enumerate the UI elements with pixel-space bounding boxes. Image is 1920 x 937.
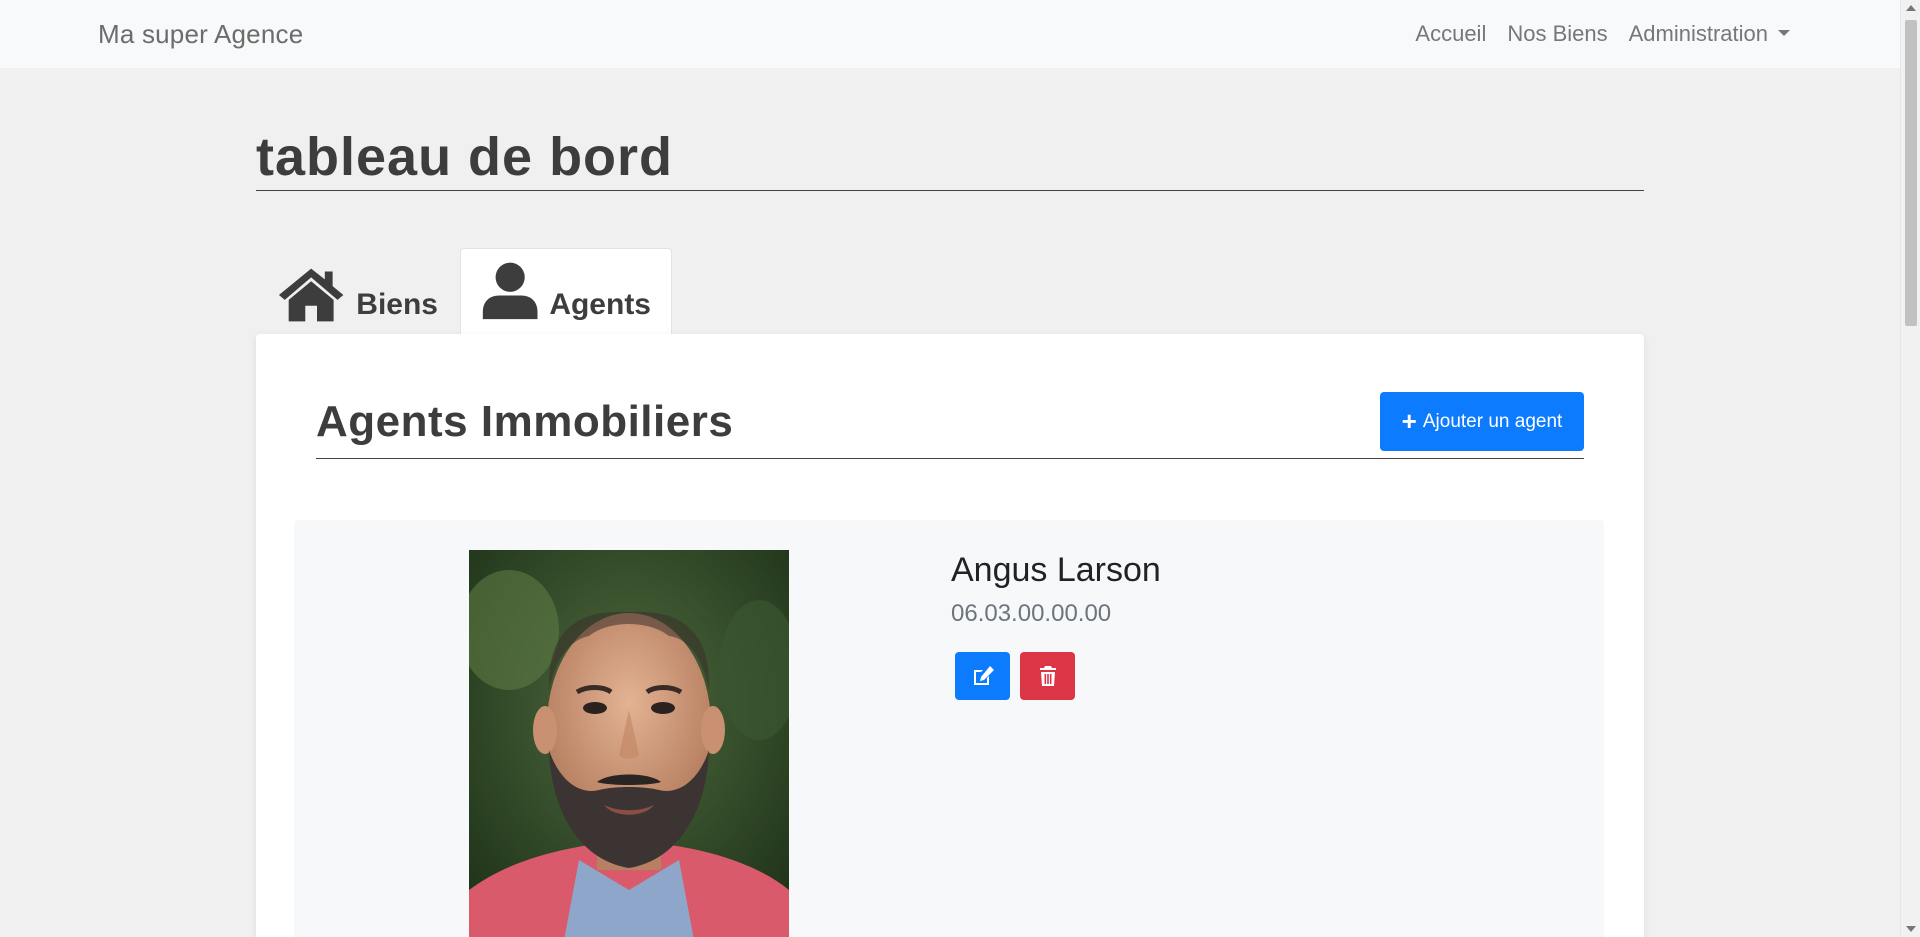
tab-agents[interactable]: Agents (460, 248, 672, 334)
scroll-down-icon[interactable] (1906, 926, 1916, 932)
tab-agents-label: Agents (549, 288, 651, 321)
scroll-up-icon[interactable] (1906, 5, 1916, 11)
nav-dropdown-label: Administration (1628, 21, 1768, 46)
add-agent-label: Ajouter un agent (1422, 410, 1563, 432)
plus-icon: + (1401, 405, 1417, 436)
user-icon (482, 262, 538, 320)
page-title: tableau de bord (256, 126, 1644, 191)
agent-photo (469, 550, 789, 937)
nav-dropdown-administration[interactable]: Administration (1629, 21, 1790, 47)
edit-icon (973, 666, 994, 685)
edit-agent-button[interactable] (955, 652, 1010, 700)
agent-card: Angus Larson 06.03.00.00.00 (294, 520, 1604, 937)
panel-header: Agents Immobiliers + Ajouter un agent (316, 392, 1584, 459)
tab-biens-label: Biens (356, 288, 438, 321)
agents-panel: Agents Immobiliers + Ajouter un agent An… (256, 334, 1644, 937)
scrollbar[interactable] (1900, 0, 1920, 937)
agent-info: Angus Larson 06.03.00.00.00 (951, 550, 1161, 700)
nav-links: Accueil Nos Biens Administration (1415, 21, 1790, 47)
nav-link-nos-biens[interactable]: Nos Biens (1507, 21, 1607, 47)
scrollbar-thumb[interactable] (1905, 20, 1917, 326)
delete-agent-button[interactable] (1020, 652, 1075, 700)
caret-down-icon (1778, 30, 1790, 37)
agent-name: Angus Larson (951, 551, 1161, 589)
agent-actions (955, 652, 1161, 700)
navbar: Ma super Agence Accueil Nos Biens Admini… (0, 0, 1900, 68)
add-agent-button[interactable]: + Ajouter un agent (1380, 392, 1584, 451)
home-icon (278, 268, 344, 322)
panel-title: Agents Immobiliers (316, 397, 734, 446)
tab-list: Biens Agents (256, 248, 672, 334)
brand-link[interactable]: Ma super Agence (98, 19, 303, 50)
trash-icon (1039, 666, 1056, 686)
tab-biens[interactable]: Biens (256, 248, 458, 334)
nav-link-accueil[interactable]: Accueil (1415, 21, 1486, 47)
agent-phone: 06.03.00.00.00 (951, 600, 1112, 627)
agent-portrait-image (469, 550, 789, 937)
